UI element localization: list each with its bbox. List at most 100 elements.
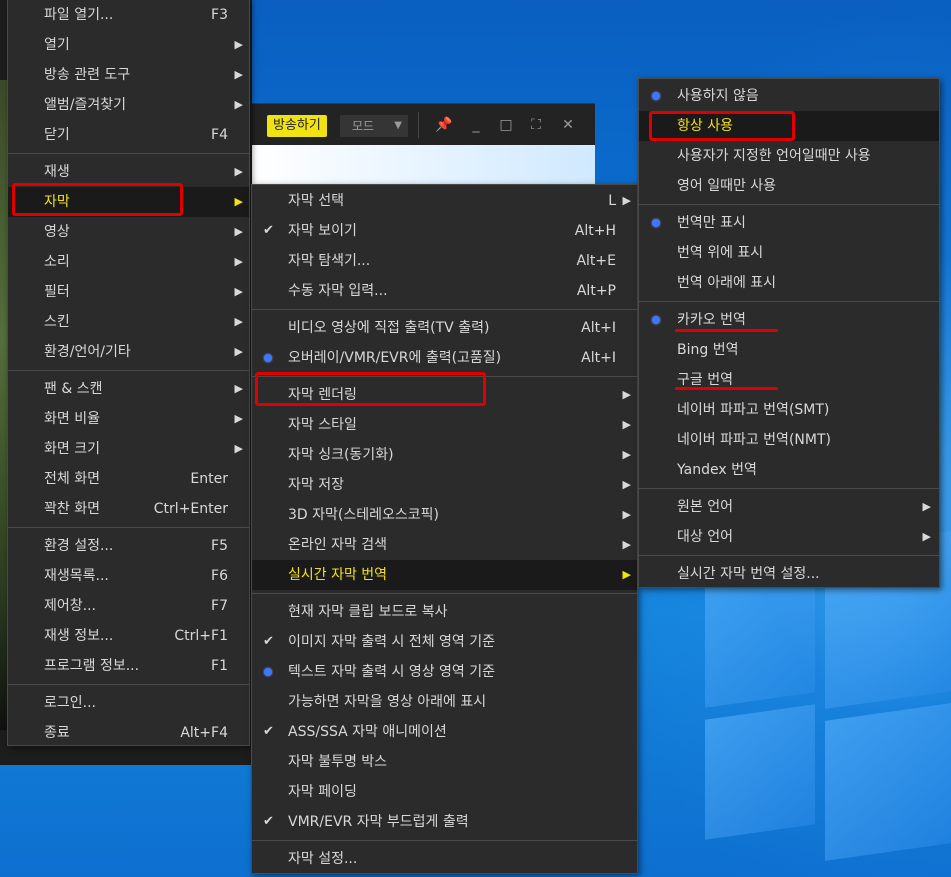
maximize-icon[interactable]: □: [496, 114, 516, 136]
translate-menu-item[interactable]: 구글 번역: [639, 365, 939, 395]
main-menu-item-label: 환경/언어/기타: [44, 344, 131, 360]
translate-menu-item[interactable]: 실시간 자막 번역 설정...: [639, 559, 939, 589]
subtitle-menu-item[interactable]: 자막 탐색기... Alt+E: [252, 246, 637, 276]
subtitle-menu-item[interactable]: 비디오 영상에 직접 출력(TV 출력) Alt+I: [252, 313, 637, 343]
translate-menu-item[interactable]: 네이버 파파고 번역(SMT): [639, 395, 939, 425]
submenu-arrow-icon: ▶: [922, 530, 931, 543]
menu-separator: [252, 593, 637, 594]
subtitle-menu-item-label: 3D 자막(스테레오스코픽): [288, 507, 439, 523]
subtitle-menu-item[interactable]: 현재 자막 클립 보드로 복사: [252, 597, 637, 627]
main-menu-item[interactable]: 열기 ▶: [8, 30, 249, 60]
minimize-icon[interactable]: _: [466, 114, 486, 136]
subtitle-menu-item[interactable]: 자막 불투명 박스: [252, 747, 637, 777]
fullscreen-icon[interactable]: ⛶: [526, 114, 546, 136]
main-menu-item[interactable]: 환경 설정... F5: [8, 531, 249, 561]
subtitle-menu-item[interactable]: 온라인 자막 검색 ▶: [252, 530, 637, 560]
submenu-arrow-icon: ▶: [234, 68, 243, 81]
menu-separator: [639, 555, 939, 556]
main-menu-item[interactable]: 필터 ▶: [8, 277, 249, 307]
menu-separator: [639, 488, 939, 489]
close-icon[interactable]: ✕: [558, 114, 578, 136]
menu-separator: [8, 370, 249, 371]
translate-menu-item[interactable]: 사용하지 않음: [639, 81, 939, 111]
main-menu-item-label: 재생목록...: [44, 568, 109, 584]
submenu-arrow-icon: ▶: [234, 315, 243, 328]
submenu-arrow-icon: ▶: [234, 412, 243, 425]
checkmark-icon: ✔: [263, 724, 274, 739]
main-menu-item[interactable]: 소리 ▶: [8, 247, 249, 277]
translate-menu-item[interactable]: Yandex 번역: [639, 455, 939, 485]
subtitle-menu-item[interactable]: 오버레이/VMR/EVR에 출력(고품질) Alt+I: [252, 343, 637, 373]
subtitle-menu-item-label: 비디오 영상에 직접 출력(TV 출력): [288, 320, 490, 336]
main-menu-item-label: 꽉찬 화면: [44, 501, 100, 517]
subtitle-menu-item[interactable]: 3D 자막(스테레오스코픽) ▶: [252, 500, 637, 530]
subtitle-menu-item-label: 자막 보이기: [288, 223, 357, 239]
translate-menu-item[interactable]: 영어 일때만 사용: [639, 171, 939, 201]
main-menu-item[interactable]: 화면 비율 ▶: [8, 404, 249, 434]
main-menu-item[interactable]: 스킨 ▶: [8, 307, 249, 337]
subtitle-menu-item[interactable]: ✔ 이미지 자막 출력 시 전체 영역 기준: [252, 627, 637, 657]
main-menu-item[interactable]: 로그인...: [8, 688, 249, 718]
subtitle-menu-item-label: VMR/EVR 자막 부드럽게 출력: [288, 814, 469, 830]
subtitle-menu-item[interactable]: 가능하면 자막을 영상 아래에 표시: [252, 687, 637, 717]
submenu-arrow-icon: ▶: [234, 225, 243, 238]
submenu-arrow-icon: ▶: [234, 195, 243, 208]
main-menu-item[interactable]: 앨범/즐겨찾기 ▶: [8, 90, 249, 120]
main-menu-item[interactable]: 프로그램 정보... F1: [8, 651, 249, 681]
main-menu-item[interactable]: 화면 크기 ▶: [8, 434, 249, 464]
main-menu-item[interactable]: 종료 Alt+F4: [8, 718, 249, 748]
subtitle-menu-item[interactable]: ✔ VMR/EVR 자막 부드럽게 출력: [252, 807, 637, 837]
pin-icon[interactable]: 📌: [434, 114, 454, 136]
shortcut-label: Ctrl+Enter: [153, 501, 228, 517]
main-menu-item[interactable]: 영상 ▶: [8, 217, 249, 247]
main-menu-item-label: 전체 화면: [44, 471, 100, 487]
translate-menu-item[interactable]: 번역 아래에 표시: [639, 268, 939, 298]
translate-menu-item[interactable]: 사용자가 지정한 언어일때만 사용: [639, 141, 939, 171]
subtitle-menu-item-label: 자막 싱크(동기화): [288, 447, 394, 463]
highlight-underline: [675, 387, 778, 390]
main-menu-item[interactable]: 제어창... F7: [8, 591, 249, 621]
main-menu-item[interactable]: 전체 화면 Enter: [8, 464, 249, 494]
mode-dropdown[interactable]: 모드 ▼: [340, 115, 408, 137]
translate-menu-item[interactable]: 번역만 표시: [639, 208, 939, 238]
translate-menu-item[interactable]: 번역 위에 표시: [639, 238, 939, 268]
main-menu-item[interactable]: 닫기 F4: [8, 120, 249, 150]
shortcut-label: Alt+F4: [180, 725, 228, 741]
main-menu-item-label: 환경 설정...: [44, 538, 114, 554]
submenu-arrow-icon: ▶: [622, 568, 631, 581]
translate-menu-item[interactable]: 네이버 파파고 번역(NMT): [639, 425, 939, 455]
subtitle-menu-item[interactable]: 실시간 자막 번역 ▶: [252, 560, 637, 590]
subtitle-menu-item[interactable]: 자막 싱크(동기화) ▶: [252, 440, 637, 470]
main-menu-item[interactable]: 꽉찬 화면 Ctrl+Enter: [8, 494, 249, 524]
submenu-arrow-icon: ▶: [622, 448, 631, 461]
translate-menu-item[interactable]: Bing 번역: [639, 335, 939, 365]
main-menu-item-label: 제어창...: [44, 598, 96, 614]
radio-dot-icon: [264, 354, 272, 362]
subtitle-menu-item[interactable]: 자막 설정...: [252, 844, 637, 874]
shortcut-label: L: [608, 193, 616, 209]
main-context-menu: 파일 열기... F3 열기 ▶ 방송 관련 도구 ▶ 앨범/즐겨찾기 ▶ 닫기 F4 재생 ▶ 자막 ▶…: [7, 0, 250, 746]
translate-menu-item-label: 사용하지 않음: [677, 88, 759, 104]
main-menu-item[interactable]: 방송 관련 도구 ▶: [8, 60, 249, 90]
main-menu-item[interactable]: 파일 열기... F3: [8, 0, 249, 30]
subtitle-menu-item[interactable]: 자막 저장 ▶: [252, 470, 637, 500]
main-menu-item[interactable]: 환경/언어/기타 ▶: [8, 337, 249, 367]
shortcut-label: Ctrl+F1: [174, 628, 228, 644]
subtitle-menu-item[interactable]: ✔ ASS/SSA 자막 애니메이션: [252, 717, 637, 747]
subtitle-menu-item[interactable]: ✔ 자막 보이기 Alt+H: [252, 216, 637, 246]
main-menu-item[interactable]: 팬 & 스캔 ▶: [8, 374, 249, 404]
subtitle-menu-item[interactable]: 자막 스타일 ▶: [252, 410, 637, 440]
translate-menu-item[interactable]: 원본 언어 ▶: [639, 492, 939, 522]
main-menu-item[interactable]: 재생목록... F6: [8, 561, 249, 591]
main-menu-item[interactable]: 재생 정보... Ctrl+F1: [8, 621, 249, 651]
broadcast-button[interactable]: 방송하기: [267, 115, 327, 137]
subtitle-menu-item[interactable]: 수동 자막 입력... Alt+P: [252, 276, 637, 306]
main-menu-item-label: 프로그램 정보...: [44, 658, 140, 674]
subtitle-menu-item[interactable]: 자막 페이딩: [252, 777, 637, 807]
submenu-arrow-icon: ▶: [234, 382, 243, 395]
translate-menu-item-label: 네이버 파파고 번역(SMT): [677, 402, 830, 418]
translate-menu-item[interactable]: 대상 언어 ▶: [639, 522, 939, 552]
subtitle-menu-item[interactable]: 자막 선택 L ▶: [252, 186, 637, 216]
menu-separator: [8, 527, 249, 528]
subtitle-menu-item[interactable]: 텍스트 자막 출력 시 영상 영역 기준: [252, 657, 637, 687]
